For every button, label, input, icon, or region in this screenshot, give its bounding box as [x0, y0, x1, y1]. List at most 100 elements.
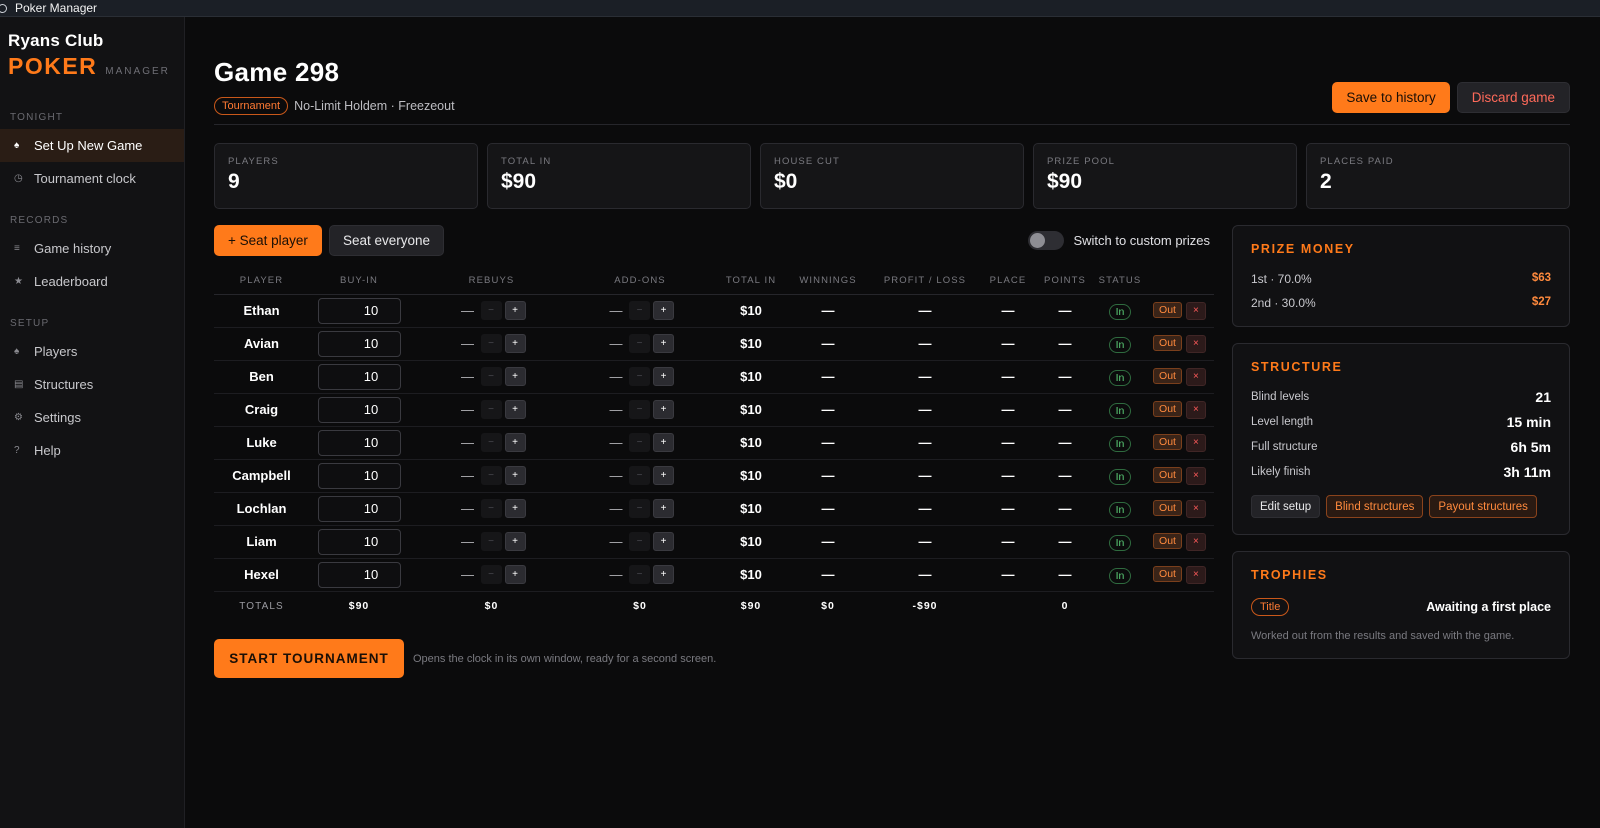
sidebar-item-help[interactable]: ? Help: [0, 434, 184, 467]
buyin-input[interactable]: [317, 297, 401, 324]
stepper-value: —: [609, 402, 623, 417]
plus-button[interactable]: +: [504, 400, 526, 419]
plus-button[interactable]: +: [504, 565, 526, 584]
status-badge: In: [1108, 337, 1132, 353]
points: —: [1035, 426, 1095, 460]
nav-section-label: TONIGHT: [10, 112, 64, 123]
mark-out-button[interactable]: Out: [1153, 434, 1182, 451]
plus-button[interactable]: +: [653, 466, 674, 485]
sidebar-item-tournament-clock[interactable]: ◷ Tournament clock: [0, 162, 184, 195]
remove-player-button[interactable]: ×: [1185, 565, 1206, 584]
remove-player-button[interactable]: ×: [1185, 400, 1206, 419]
blind-structures-button[interactable]: Blind structures: [1326, 495, 1424, 518]
plus-button[interactable]: +: [504, 301, 526, 320]
plus-button[interactable]: +: [653, 499, 674, 518]
minus-button[interactable]: −: [480, 433, 502, 452]
sidebar-item-settings[interactable]: ⚙ Settings: [0, 401, 184, 434]
remove-player-button[interactable]: ×: [1185, 499, 1206, 518]
payout-structures-button[interactable]: Payout structures: [1429, 495, 1537, 518]
buyin-input[interactable]: [317, 462, 401, 489]
mark-out-button[interactable]: Out: [1153, 467, 1182, 484]
seat-player-button[interactable]: + Seat player: [214, 225, 322, 256]
plus-button[interactable]: +: [653, 565, 674, 584]
structure-value: 6h 5m: [1510, 439, 1551, 455]
column-header: PLACE: [981, 268, 1035, 295]
seat-everyone-button[interactable]: Seat everyone: [328, 225, 444, 256]
remove-player-button[interactable]: ×: [1185, 466, 1206, 485]
mark-out-button[interactable]: Out: [1153, 401, 1182, 418]
minus-button[interactable]: −: [629, 499, 650, 518]
minus-button[interactable]: −: [480, 367, 502, 386]
buyin-input[interactable]: [317, 363, 401, 390]
minus-button[interactable]: −: [629, 433, 650, 452]
winnings: —: [787, 459, 869, 493]
stepper: — − +: [458, 499, 526, 518]
mark-out-button[interactable]: Out: [1153, 335, 1182, 352]
totals-total-in: $90: [740, 600, 762, 613]
plus-button[interactable]: +: [653, 532, 674, 551]
row-actions: Out ×: [1145, 393, 1214, 427]
minus-button[interactable]: −: [629, 334, 650, 353]
minus-button[interactable]: −: [629, 400, 650, 419]
mark-out-button[interactable]: Out: [1153, 566, 1182, 583]
minus-button[interactable]: −: [629, 532, 650, 551]
buyin-input[interactable]: [317, 495, 401, 522]
minus-button[interactable]: −: [480, 301, 502, 320]
minus-button[interactable]: −: [480, 334, 502, 353]
discard-game-button[interactable]: Discard game: [1456, 82, 1570, 113]
mark-out-button[interactable]: Out: [1153, 500, 1182, 517]
stepper-cell: — − +: [418, 393, 565, 427]
buyin-input[interactable]: [317, 429, 401, 456]
sidebar-item-label: Tournament clock: [34, 171, 136, 186]
player-name: Hexel: [214, 558, 300, 592]
remove-player-button[interactable]: ×: [1185, 301, 1206, 320]
column-header-actions: [1145, 268, 1214, 295]
minus-button[interactable]: −: [480, 565, 502, 584]
remove-player-button[interactable]: ×: [1185, 334, 1206, 353]
plus-button[interactable]: +: [653, 334, 674, 353]
minus-button[interactable]: −: [629, 565, 650, 584]
stepper-cell: — − +: [418, 294, 565, 328]
buyin-input[interactable]: [317, 396, 401, 423]
minus-button[interactable]: −: [629, 367, 650, 386]
stat-card-prize-pool: PRIZE POOL $90: [1033, 143, 1297, 209]
minus-button[interactable]: −: [629, 301, 650, 320]
minus-button[interactable]: −: [480, 499, 502, 518]
sidebar-item-set-up-new-game[interactable]: ♠ Set Up New Game: [0, 129, 184, 162]
buyin-input[interactable]: [317, 528, 401, 555]
plus-button[interactable]: +: [653, 367, 674, 386]
remove-player-button[interactable]: ×: [1185, 532, 1206, 551]
sidebar-item-game-history[interactable]: ≡ Game history: [0, 232, 184, 265]
total-in: $10: [715, 426, 787, 460]
remove-player-button[interactable]: ×: [1185, 367, 1206, 386]
plus-button[interactable]: +: [504, 532, 526, 551]
sidebar-item-structures[interactable]: ▤ Structures: [0, 368, 184, 401]
mark-out-button[interactable]: Out: [1153, 302, 1182, 319]
plus-button[interactable]: +: [653, 433, 674, 452]
buyin-input[interactable]: [317, 330, 401, 357]
remove-player-button[interactable]: ×: [1185, 433, 1206, 452]
plus-button[interactable]: +: [504, 499, 526, 518]
stepper: — − +: [606, 367, 674, 386]
minus-button[interactable]: −: [480, 532, 502, 551]
plus-button[interactable]: +: [504, 433, 526, 452]
start-tournament-button[interactable]: START TOURNAMENT: [214, 639, 404, 678]
minus-button[interactable]: −: [480, 466, 502, 485]
edit-setup-button[interactable]: Edit setup: [1251, 495, 1321, 518]
plus-button[interactable]: +: [653, 301, 674, 320]
sidebar-item-players[interactable]: ♠ Players: [0, 335, 184, 368]
plus-button[interactable]: +: [504, 367, 526, 386]
plus-button[interactable]: +: [653, 400, 674, 419]
sidebar-item-leaderboard[interactable]: ★ Leaderboard: [0, 265, 184, 298]
buyin-input[interactable]: [317, 561, 401, 588]
gear-icon: ⚙: [14, 412, 23, 423]
minus-button[interactable]: −: [629, 466, 650, 485]
custom-prizes-toggle[interactable]: [1028, 231, 1065, 250]
plus-button[interactable]: +: [504, 334, 526, 353]
save-to-history-button[interactable]: Save to history: [1332, 82, 1450, 113]
mark-out-button[interactable]: Out: [1153, 368, 1182, 385]
table-icon: ▤: [14, 379, 24, 390]
plus-button[interactable]: +: [504, 466, 526, 485]
mark-out-button[interactable]: Out: [1153, 533, 1182, 550]
minus-button[interactable]: −: [480, 400, 502, 419]
